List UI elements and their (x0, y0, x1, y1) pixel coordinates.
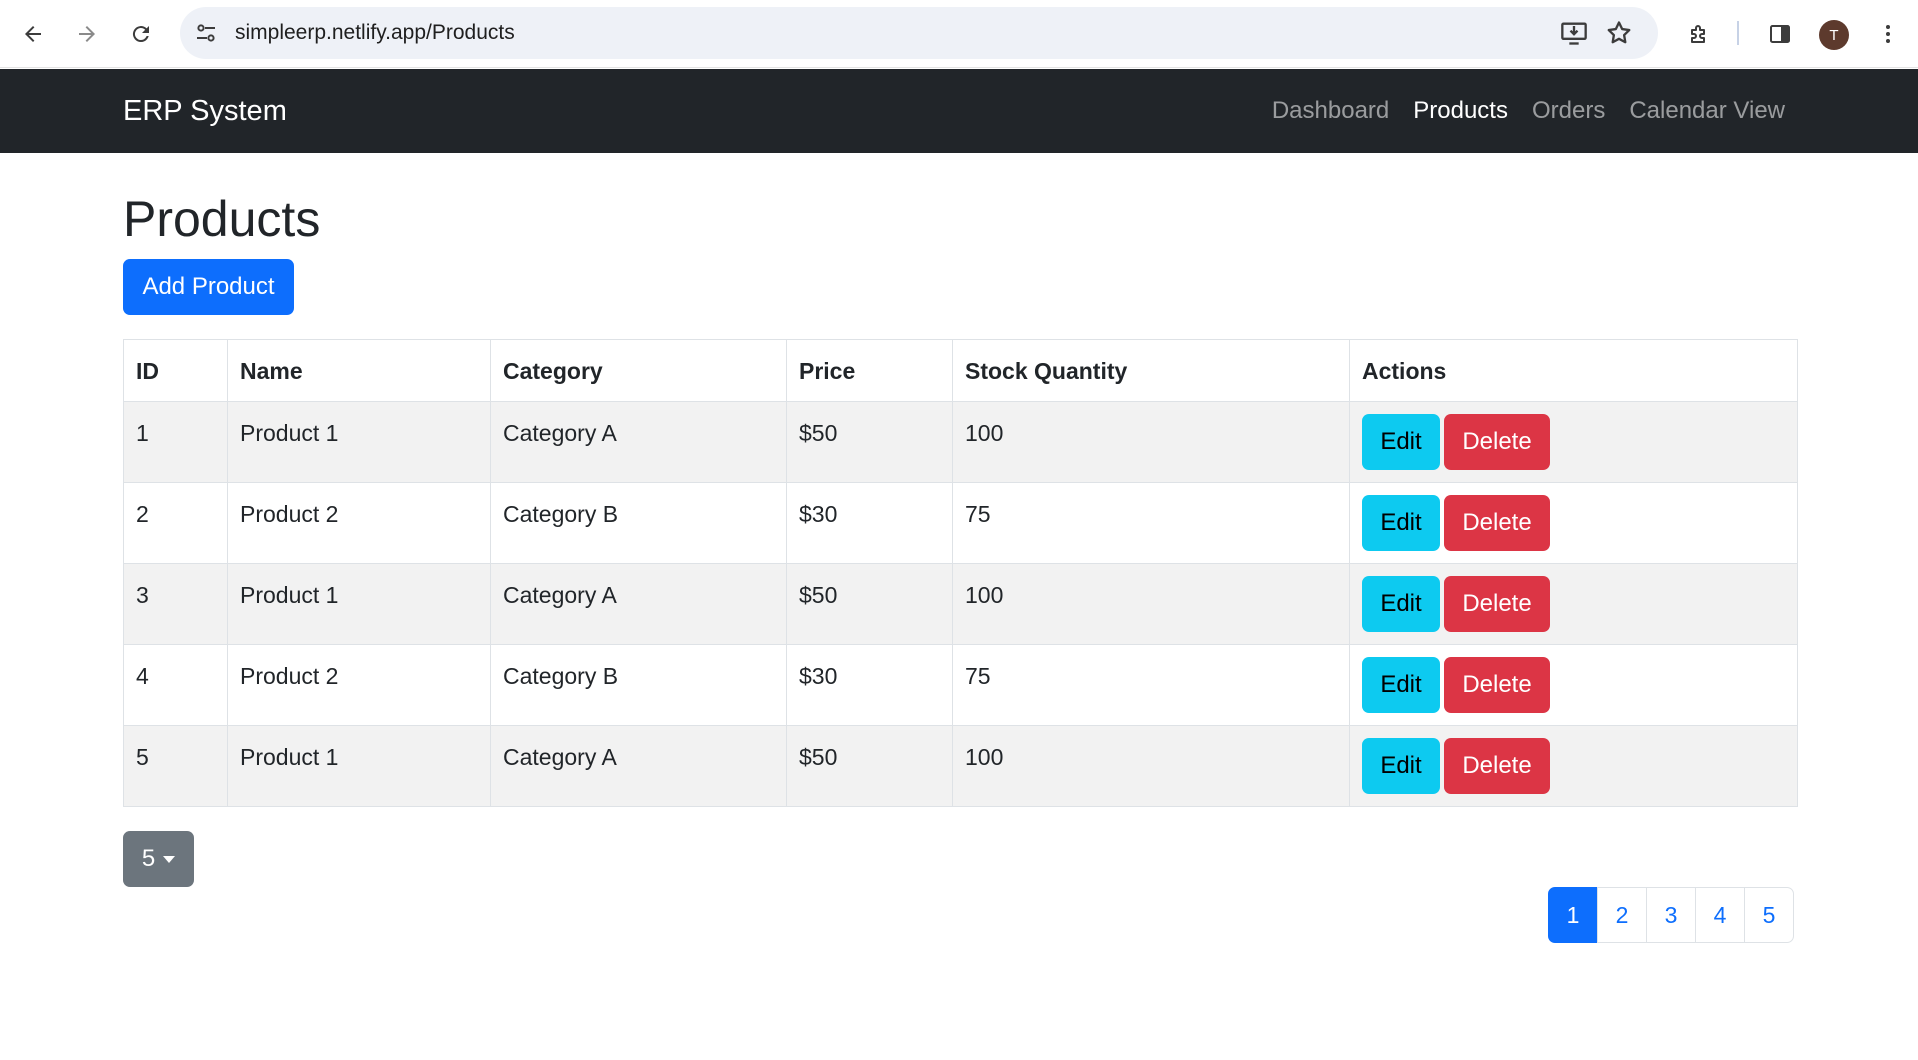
cell-category: Category B (490, 644, 787, 726)
back-button[interactable] (13, 14, 53, 54)
edit-button[interactable]: Edit (1362, 657, 1440, 713)
cell-name: Product 2 (227, 644, 491, 726)
cell-price: $30 (786, 482, 953, 564)
cell-price: $50 (786, 401, 953, 483)
cell-category: Category A (490, 563, 787, 645)
page-button-3[interactable]: 3 (1646, 887, 1696, 943)
cell-stock: 75 (952, 482, 1350, 564)
cell-actions: Edit Delete (1349, 401, 1798, 483)
browser-toolbar: simpleerp.netlify.app/Products T (0, 0, 1918, 68)
pagination: 1 2 3 4 5 (1548, 887, 1794, 943)
install-app-icon[interactable] (1560, 19, 1588, 47)
edit-button[interactable]: Edit (1362, 495, 1440, 551)
table-row: 4 Product 2 Category B $30 75 Edit Delete (123, 644, 1798, 726)
cell-id: 4 (123, 644, 228, 726)
cell-category: Category A (490, 401, 787, 483)
cell-id: 2 (123, 482, 228, 564)
table-header-row: ID Name Category Price Stock Quantity Ac… (123, 339, 1798, 402)
caret-down-icon (163, 855, 176, 863)
column-header-name: Name (227, 339, 491, 402)
page-button-4[interactable]: 4 (1695, 887, 1745, 943)
page-size-dropdown[interactable]: 5 (123, 831, 194, 887)
page-title: Products (123, 191, 321, 247)
arrow-left-icon (25, 26, 41, 42)
edit-button[interactable]: Edit (1362, 738, 1440, 794)
page-button-1[interactable]: 1 (1548, 887, 1598, 943)
column-header-actions: Actions (1349, 339, 1798, 402)
arrow-right-icon (79, 26, 95, 42)
cell-stock: 100 (952, 401, 1350, 483)
side-panel-button[interactable] (1760, 14, 1800, 54)
delete-button[interactable]: Delete (1444, 414, 1550, 470)
cell-name: Product 2 (227, 482, 491, 564)
delete-button[interactable]: Delete (1444, 576, 1550, 632)
table-row: 2 Product 2 Category B $30 75 Edit Delete (123, 482, 1798, 564)
cell-price: $50 (786, 725, 953, 807)
table-row: 1 Product 1 Category A $50 100 Edit Delet… (123, 401, 1798, 483)
add-product-button[interactable]: Add Product (123, 259, 294, 315)
puzzle-icon (1691, 25, 1705, 43)
table-row: 5 Product 1 Category A $50 100 Edit Delet… (123, 725, 1798, 807)
edit-button[interactable]: Edit (1362, 576, 1440, 632)
nav-link-dashboard[interactable]: Dashboard (1272, 97, 1389, 125)
cell-actions: Edit Delete (1349, 725, 1798, 807)
bookmark-star-icon[interactable] (1605, 19, 1633, 47)
column-header-price: Price (786, 339, 953, 402)
reload-icon (132, 26, 149, 43)
cell-price: $50 (786, 563, 953, 645)
reload-button[interactable] (121, 14, 161, 54)
site-settings-icon[interactable] (194, 21, 218, 45)
nav-links: Dashboard Products Orders Calendar View (1272, 69, 1785, 153)
cell-name: Product 1 (227, 563, 491, 645)
side-panel-icon (1770, 25, 1790, 43)
cell-name: Product 1 (227, 401, 491, 483)
edit-button[interactable]: Edit (1362, 414, 1440, 470)
cell-stock: 100 (952, 725, 1350, 807)
app-navbar: ERP System Dashboard Products Orders Cal… (0, 69, 1918, 153)
nav-link-products[interactable]: Products (1413, 97, 1508, 125)
toolbar-divider (1737, 21, 1739, 45)
column-header-stock-quantity: Stock Quantity (952, 339, 1350, 402)
products-table: ID Name Category Price Stock Quantity Ac… (123, 339, 1798, 807)
cell-id: 3 (123, 563, 228, 645)
page-size-value: 5 (141, 845, 156, 872)
cell-stock: 100 (952, 563, 1350, 645)
extensions-button[interactable] (1679, 14, 1719, 54)
delete-button[interactable]: Delete (1444, 738, 1550, 794)
cell-category: Category A (490, 725, 787, 807)
nav-link-calendar-view[interactable]: Calendar View (1629, 97, 1785, 125)
cell-actions: Edit Delete (1349, 482, 1798, 564)
profile-avatar[interactable]: T (1819, 20, 1849, 50)
cell-name: Product 1 (227, 725, 491, 807)
column-header-id: ID (123, 339, 228, 402)
navbar-brand[interactable]: ERP System (123, 69, 287, 153)
cell-id: 5 (123, 725, 228, 807)
nav-link-orders[interactable]: Orders (1532, 97, 1605, 125)
cell-category: Category B (490, 482, 787, 564)
cell-stock: 75 (952, 644, 1350, 726)
cell-price: $30 (786, 644, 953, 726)
page-button-5[interactable]: 5 (1744, 887, 1794, 943)
url-text[interactable]: simpleerp.netlify.app/Products (235, 7, 515, 59)
cell-actions: Edit Delete (1349, 563, 1798, 645)
products-table-container: ID Name Category Price Stock Quantity Ac… (123, 339, 1798, 807)
delete-button[interactable]: Delete (1444, 495, 1550, 551)
cell-actions: Edit Delete (1349, 644, 1798, 726)
cell-id: 1 (123, 401, 228, 483)
page-button-2[interactable]: 2 (1597, 887, 1647, 943)
table-row: 3 Product 1 Category A $50 100 Edit Delet… (123, 563, 1798, 645)
address-bar[interactable]: simpleerp.netlify.app/Products (180, 7, 1658, 59)
forward-button[interactable] (67, 14, 107, 54)
column-header-category: Category (490, 339, 787, 402)
browser-menu-button[interactable] (1868, 14, 1908, 54)
more-vertical-icon (1886, 25, 1890, 43)
delete-button[interactable]: Delete (1444, 657, 1550, 713)
